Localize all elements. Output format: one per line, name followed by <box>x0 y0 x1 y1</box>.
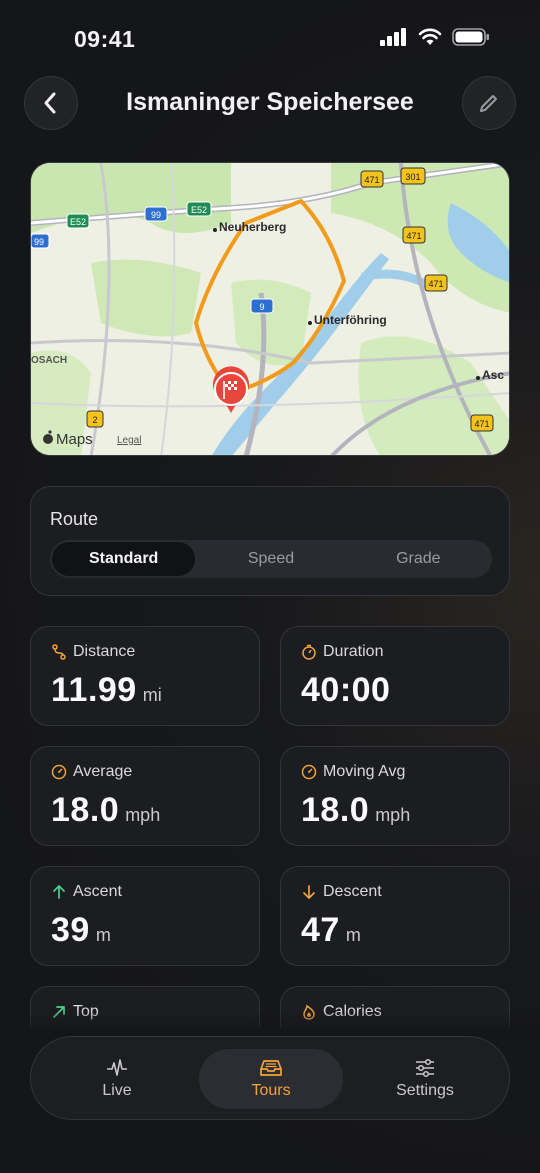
stat-unit: mph <box>375 805 411 825</box>
route-label: Route <box>50 509 99 529</box>
stat-label: Descent <box>323 883 382 900</box>
status-bar: 09:41 <box>0 0 540 80</box>
cellular-signal-icon <box>380 28 406 46</box>
place-neuherberg: Neuherberg <box>219 220 286 234</box>
road-badge-e52-b: E52 <box>186 201 212 217</box>
road-badge-471-c: 471 <box>424 274 448 292</box>
road-badge-9: 9 <box>250 298 274 314</box>
maps-attribution: Maps <box>56 431 93 448</box>
tab-bar: Live Tours Settings <box>30 1036 510 1120</box>
place-unterfoehring: Unterföhring <box>314 313 387 327</box>
stat-card-average: Average 18.0 mph <box>30 746 260 846</box>
tab-live[interactable]: Live <box>45 1049 189 1109</box>
battery-icon <box>452 28 489 46</box>
route-mode-segmented-control: Standard Speed Grade <box>50 540 492 578</box>
stat-label: Duration <box>323 643 384 660</box>
stat-label: Ascent <box>73 883 122 900</box>
svg-text:E52: E52 <box>191 205 207 215</box>
stat-label: Distance <box>73 643 136 660</box>
legal-link[interactable]: Legal <box>117 435 141 446</box>
road-badge-471-b: 471 <box>402 226 426 244</box>
route-mode-card: Route Standard Speed Grade <box>30 486 510 596</box>
svg-text:E52: E52 <box>70 217 86 227</box>
svg-text:471: 471 <box>428 279 443 289</box>
svg-text:9: 9 <box>259 302 264 312</box>
tab-label: Live <box>102 1082 132 1099</box>
arrow-up-icon <box>53 885 65 899</box>
stat-card-duration: Duration 40:00 <box>280 626 510 726</box>
stat-unit: mi <box>142 685 162 705</box>
map-canvas: E52 99 E52 99 471 301 471 471 9 2 471 Ne… <box>31 163 509 455</box>
stat-unit: m <box>95 925 111 945</box>
stat-value: 18.0 <box>301 791 370 829</box>
stat-card-distance: Distance 11.99 mi <box>30 626 260 726</box>
edit-button[interactable] <box>462 76 516 130</box>
pulse-icon <box>107 1059 127 1076</box>
svg-text:301: 301 <box>405 172 420 182</box>
speedometer-icon <box>51 764 67 780</box>
wifi-icon <box>418 28 442 45</box>
page-title: Ismaninger Speichersee <box>126 88 414 116</box>
tab-label: Tours <box>251 1082 291 1099</box>
svg-text:99: 99 <box>34 237 44 247</box>
svg-text:471: 471 <box>406 231 421 241</box>
route-option-grade[interactable]: Grade <box>347 542 490 576</box>
tab-label: Settings <box>396 1082 454 1099</box>
stat-value: 40:00 <box>301 671 391 709</box>
stat-unit: mph <box>125 805 161 825</box>
stat-label: Average <box>73 763 133 780</box>
stat-card-moving-avg: Moving Avg 18.0 mph <box>280 746 510 846</box>
route-icon <box>52 644 66 660</box>
road-badge-99-a: 99 <box>144 206 168 222</box>
sliders-icon <box>416 1058 434 1078</box>
road-badge-471-a: 471 <box>360 170 384 188</box>
road-badge-e52-a: E52 <box>66 213 90 229</box>
speedometer-icon <box>301 764 317 780</box>
stat-unit: m <box>345 925 361 945</box>
svg-text:2: 2 <box>92 415 97 425</box>
stat-value: 11.99 <box>51 671 137 709</box>
status-icons <box>380 28 490 46</box>
route-map[interactable]: E52 99 E52 99 471 301 471 471 9 2 471 Ne… <box>30 162 510 456</box>
svg-text:471: 471 <box>364 175 379 185</box>
timer-icon <box>302 644 316 660</box>
svg-text:99: 99 <box>151 210 161 220</box>
arrow-down-icon <box>303 885 315 899</box>
status-time: 09:41 <box>74 26 136 52</box>
place-osach: OSACH <box>31 355 67 366</box>
pencil-icon <box>480 95 497 112</box>
route-option-speed[interactable]: Speed <box>199 542 342 576</box>
road-badge-2: 2 <box>86 410 104 428</box>
stat-value: 39 <box>51 911 90 949</box>
route-option-standard[interactable]: Standard <box>52 542 196 576</box>
stat-value: 47 <box>301 911 340 949</box>
stat-value: 18.0 <box>51 791 120 829</box>
place-asc: Asc <box>482 368 504 382</box>
tab-tours[interactable]: Tours <box>199 1049 343 1109</box>
stat-card-descent: Descent 47 m <box>280 866 510 966</box>
road-badge-471-d: 471 <box>470 414 494 432</box>
stat-card-ascent: Ascent 39 m <box>30 866 260 966</box>
svg-text:471: 471 <box>474 419 489 429</box>
road-badge-301: 301 <box>400 167 426 185</box>
stat-label: Moving Avg <box>323 763 406 780</box>
tab-settings[interactable]: Settings <box>353 1049 497 1109</box>
road-badge-99-b: 99 <box>31 233 50 249</box>
tray-icon <box>260 1060 282 1076</box>
